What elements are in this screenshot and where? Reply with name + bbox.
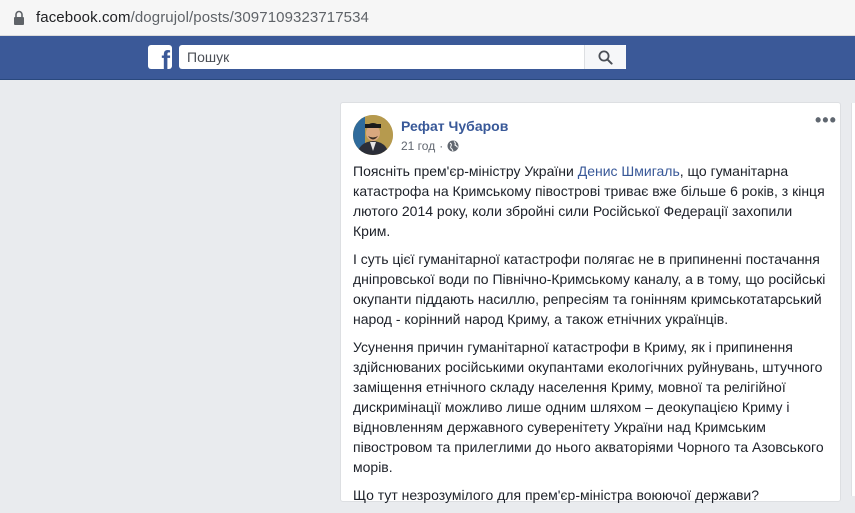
search-box[interactable] [179, 45, 626, 69]
lock-icon [14, 10, 24, 25]
post-timestamp[interactable]: 21 год [401, 139, 435, 153]
post-paragraph-1: Поясніть прем'єр-міністру України Денис … [353, 163, 825, 239]
facebook-logo-icon[interactable]: f [148, 45, 172, 69]
url-text[interactable]: facebook.com/dogrujol/posts/309710932371… [36, 9, 369, 26]
mention-link[interactable]: Денис Шмигаль [578, 163, 680, 179]
globe-icon[interactable] [447, 140, 459, 152]
adjacent-column-edge [851, 103, 855, 496]
browser-address-bar[interactable]: facebook.com/dogrujol/posts/309710932371… [0, 0, 855, 36]
url-host: facebook.com [36, 9, 131, 26]
post-paragraph-2: І суть цієї гуманітарної катастрофи поля… [353, 251, 826, 327]
search-input[interactable] [187, 48, 567, 66]
post-options-button[interactable]: ••• [815, 111, 837, 129]
search-icon [598, 50, 613, 65]
post-card: Рефат Чубаров 21 год · ••• Поясніть прем… [340, 102, 841, 503]
search-button[interactable] [584, 45, 626, 69]
post-body: Поясніть прем'єр-міністру України Денис … [353, 161, 831, 513]
post-paragraph-4: Що тут незрозумілого для прем'єр-міністр… [353, 487, 759, 503]
meta-separator: · [439, 139, 444, 153]
post-meta: 21 год · [401, 139, 459, 153]
url-path: /dogrujol/posts/3097109323717534 [130, 9, 369, 26]
author-name[interactable]: Рефат Чубаров [401, 118, 508, 134]
author-avatar[interactable] [353, 115, 393, 155]
post-paragraph-3: Усунення причин гуманітарної катастрофи … [353, 339, 824, 475]
avatar-image [353, 115, 393, 155]
